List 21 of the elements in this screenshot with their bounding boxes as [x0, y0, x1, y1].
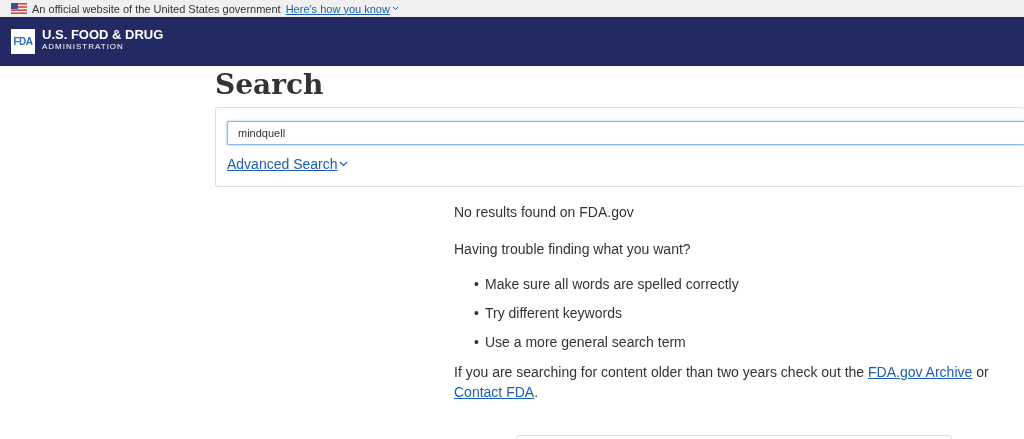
agency-name: U.S. FOOD & DRUG [42, 27, 164, 42]
archive-link[interactable]: FDA.gov Archive [868, 364, 973, 380]
tip-item: Make sure all words are spelled correctly [485, 275, 739, 294]
no-results-message: No results found on FDA.gov [454, 203, 635, 222]
chevron-icon [391, 6, 399, 11]
archive-note: If you are searching for content older than two years check out the FDA.gov Archive or Contact FDA. [454, 363, 990, 402]
page-title: Search [215, 67, 325, 103]
fda-logo[interactable]: FDA [11, 29, 35, 54]
help-heading: Having trouble finding what you want? [454, 240, 692, 259]
chevron-icon [338, 161, 348, 167]
agency-subtitle: ADMINISTRATION [42, 42, 125, 52]
search-field[interactable]: mindquell [227, 121, 1024, 145]
tip-item: Try different keywords [485, 304, 622, 323]
how-you-know-link[interactable]: Here's how you know [285, 2, 399, 15]
banner-text: An official website of the United States government [32, 2, 281, 15]
advanced-search-link[interactable]: Advanced Search [227, 156, 348, 172]
tip-item: Use a more general search term [485, 333, 686, 352]
bullet: • [474, 275, 480, 294]
flag-icon [11, 3, 27, 14]
bullet: • [474, 304, 480, 323]
bullet: • [474, 333, 480, 352]
